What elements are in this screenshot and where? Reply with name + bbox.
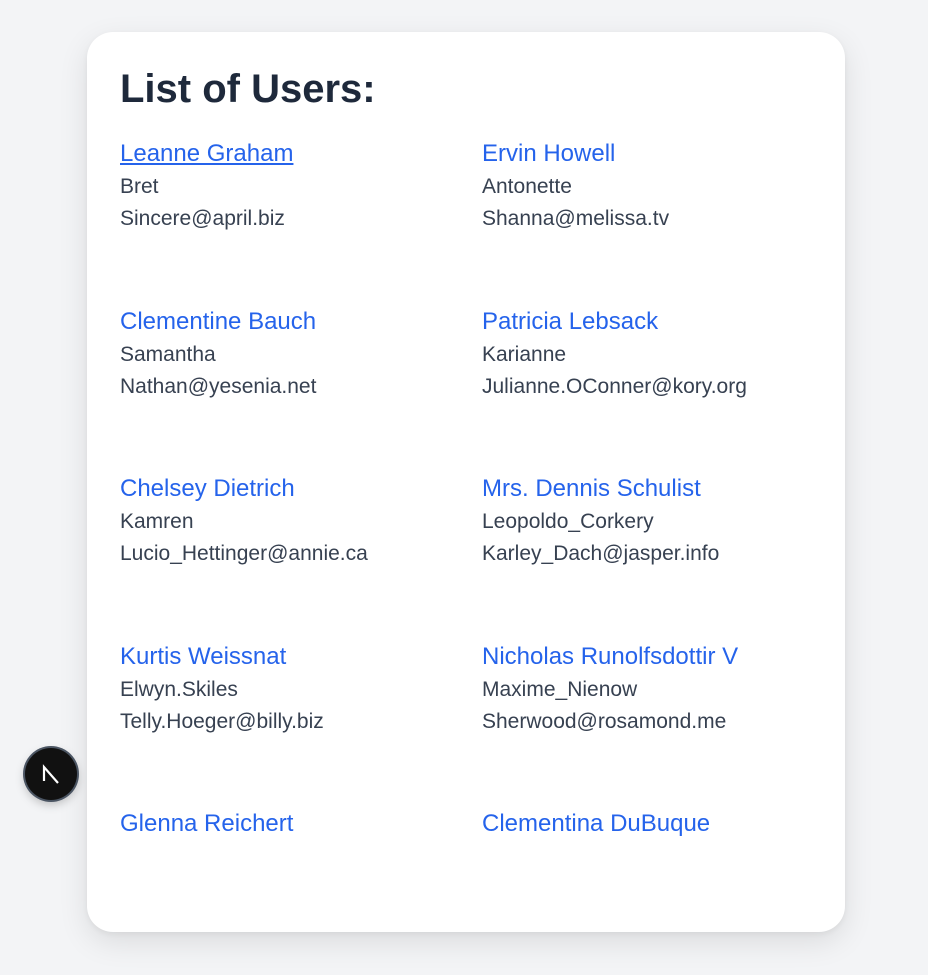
user-email: Shanna@melissa.tv bbox=[482, 207, 670, 230]
user-email: Sincere@april.biz bbox=[120, 207, 285, 230]
user-card: Leanne Graham Bret Sincere@april.biz bbox=[120, 137, 482, 305]
user-name-link[interactable]: Glenna Reichert bbox=[120, 807, 482, 841]
user-name-link[interactable]: Mrs. Dennis Schulist bbox=[482, 472, 820, 506]
user-email: Lucio_Hettinger@annie.ca bbox=[120, 542, 368, 565]
user-name-link[interactable]: Clementine Bauch bbox=[120, 305, 482, 339]
users-card: List of Users: Leanne Graham Bret Sincer… bbox=[87, 32, 845, 932]
user-name-link[interactable]: Clementina DuBuque bbox=[482, 807, 820, 841]
user-email: Nathan@yesenia.net bbox=[120, 374, 317, 398]
user-username: Samantha bbox=[120, 342, 216, 366]
user-username: Bret bbox=[120, 175, 159, 198]
user-name-link[interactable]: Kurtis Weissnat bbox=[120, 640, 482, 674]
user-username: Antonette bbox=[482, 175, 572, 198]
user-username: Karianne bbox=[482, 342, 567, 366]
user-card: Ervin Howell Antonette Shanna@melissa.tv bbox=[482, 137, 820, 305]
user-username: Kamren bbox=[120, 510, 194, 533]
user-name-link[interactable]: Chelsey Dietrich bbox=[120, 472, 482, 506]
user-card: Chelsey Dietrich Kamren Lucio_Hettinger@… bbox=[120, 472, 482, 640]
user-email: Sherwood@rosamond.me bbox=[482, 709, 727, 733]
user-name-link[interactable]: Patricia Lebsack bbox=[482, 305, 820, 339]
user-card: Mrs. Dennis Schulist Leopoldo_Corkery Ka… bbox=[482, 472, 820, 640]
user-card: Clementina DuBuque bbox=[482, 807, 820, 975]
user-username: Elwyn.Skiles bbox=[120, 677, 238, 701]
user-card: Clementine Bauch Samantha Nathan@yesenia… bbox=[120, 305, 482, 473]
user-card: Nicholas Runolfsdottir V Maxime_Nienow S… bbox=[482, 640, 820, 808]
user-card: Kurtis Weissnat Elwyn.Skiles Telly.Hoege… bbox=[120, 640, 482, 808]
user-name-link[interactable]: Nicholas Runolfsdottir V bbox=[482, 640, 820, 674]
user-name-link[interactable]: Ervin Howell bbox=[482, 137, 820, 171]
nextjs-dev-indicator-button[interactable] bbox=[25, 748, 77, 800]
user-name-link[interactable]: Leanne Graham bbox=[120, 137, 482, 171]
user-username: Leopoldo_Corkery bbox=[482, 510, 654, 533]
page-title: List of Users: bbox=[120, 67, 376, 111]
user-card: Glenna Reichert bbox=[120, 807, 482, 975]
users-grid: Leanne Graham Bret Sincere@april.biz Erv… bbox=[120, 137, 820, 975]
user-username: Maxime_Nienow bbox=[482, 677, 638, 701]
user-email: Telly.Hoeger@billy.biz bbox=[120, 709, 324, 733]
user-email: Karley_Dach@jasper.info bbox=[482, 542, 720, 565]
user-email: Julianne.OConner@kory.org bbox=[482, 374, 747, 398]
nextjs-n-icon bbox=[42, 764, 59, 784]
user-card: Patricia Lebsack Karianne Julianne.OConn… bbox=[482, 305, 820, 473]
